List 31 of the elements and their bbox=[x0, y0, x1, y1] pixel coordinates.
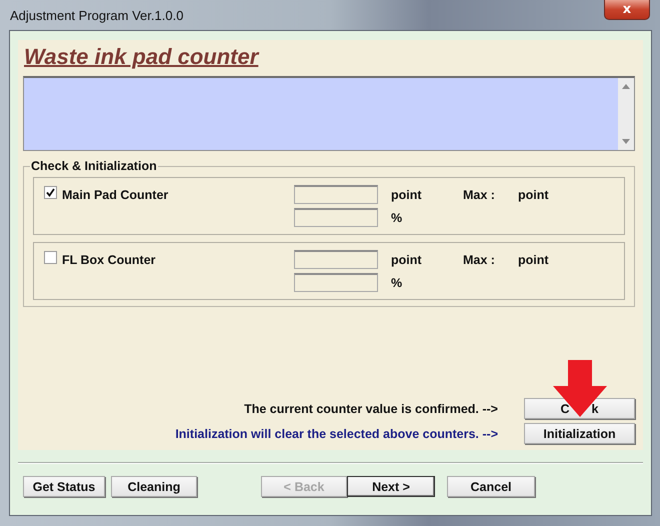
scroll-up-icon[interactable] bbox=[622, 84, 630, 89]
footer-button[interactable]: Cleaning bbox=[111, 476, 197, 497]
counter-label: FL Box Counter bbox=[61, 252, 157, 266]
checkbox[interactable] bbox=[44, 186, 57, 199]
point-field[interactable] bbox=[294, 185, 378, 204]
close-button[interactable]: x bbox=[604, 0, 650, 20]
window-title: Adjustment Program Ver.1.0.0 bbox=[10, 8, 184, 23]
unit-label: % bbox=[390, 210, 404, 224]
checkbox[interactable] bbox=[44, 251, 57, 264]
footer-button[interactable]: Next > bbox=[347, 476, 435, 497]
unit-label: point bbox=[390, 188, 423, 202]
max-label: Max : bbox=[462, 252, 496, 266]
max-label: Max : bbox=[462, 188, 496, 202]
unit-label: point bbox=[390, 252, 423, 266]
footer-button[interactable]: Get Status bbox=[23, 476, 105, 497]
unit-label: % bbox=[390, 276, 404, 290]
point-field[interactable] bbox=[294, 250, 378, 269]
unit-label: point bbox=[517, 252, 550, 266]
action-hint: Initialization will clear the selected above counters. --> bbox=[175, 426, 498, 440]
unit-label: point bbox=[517, 188, 550, 202]
action-hint: The current counter value is confirmed. --> bbox=[244, 402, 498, 416]
page-heading: Waste ink pad counter bbox=[23, 44, 258, 70]
scroll-down-icon[interactable] bbox=[622, 139, 630, 144]
scroll-bar[interactable] bbox=[618, 78, 634, 150]
footer-button[interactable]: Cancel bbox=[447, 476, 535, 497]
action-button[interactable]: Initialization bbox=[524, 423, 635, 444]
group-title: Check & Initialization bbox=[30, 159, 158, 173]
percent-field[interactable] bbox=[294, 273, 378, 292]
percent-field[interactable] bbox=[294, 208, 378, 227]
counter-label: Main Pad Counter bbox=[61, 188, 170, 202]
log-area[interactable] bbox=[23, 76, 635, 151]
